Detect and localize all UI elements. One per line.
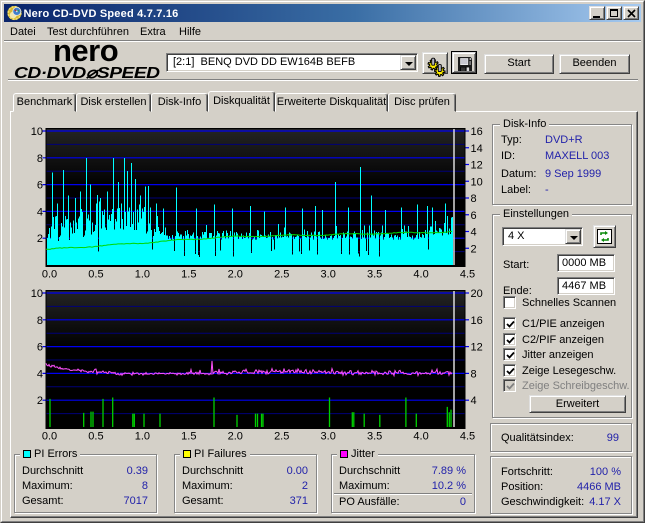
- svg-text:4: 4: [37, 368, 43, 380]
- svg-text:6: 6: [471, 210, 477, 222]
- svg-text:4: 4: [471, 227, 477, 239]
- svg-text:1.5: 1.5: [181, 269, 196, 281]
- svg-text:4.0: 4.0: [413, 269, 428, 281]
- svg-text:0.0: 0.0: [42, 269, 57, 281]
- svg-text:1.0: 1.0: [135, 431, 150, 443]
- svg-text:3.0: 3.0: [321, 269, 336, 281]
- svg-text:4.0: 4.0: [413, 431, 428, 443]
- svg-text:12: 12: [471, 160, 483, 172]
- svg-text:0.5: 0.5: [88, 431, 103, 443]
- svg-text:3.5: 3.5: [367, 431, 382, 443]
- svg-text:1.5: 1.5: [181, 431, 196, 443]
- svg-text:8: 8: [37, 153, 43, 165]
- svg-text:3.0: 3.0: [321, 431, 336, 443]
- svg-text:10: 10: [31, 126, 43, 138]
- svg-text:16: 16: [471, 126, 483, 138]
- svg-text:8: 8: [471, 368, 477, 380]
- svg-text:2: 2: [471, 243, 477, 255]
- svg-text:0.0: 0.0: [42, 431, 57, 443]
- svg-text:2.0: 2.0: [228, 269, 243, 281]
- svg-text:4: 4: [471, 395, 477, 407]
- svg-text:0.5: 0.5: [88, 269, 103, 281]
- svg-text:20: 20: [471, 288, 483, 300]
- svg-text:2.5: 2.5: [274, 269, 289, 281]
- svg-text:16: 16: [471, 315, 483, 327]
- svg-text:4: 4: [37, 206, 43, 218]
- svg-text:14: 14: [471, 143, 483, 155]
- svg-text:3.5: 3.5: [367, 269, 382, 281]
- svg-text:10: 10: [31, 288, 43, 300]
- svg-text:8: 8: [471, 193, 477, 205]
- svg-text:4.5: 4.5: [460, 269, 475, 281]
- svg-text:8: 8: [37, 315, 43, 327]
- svg-text:1.0: 1.0: [135, 269, 150, 281]
- svg-text:12: 12: [471, 342, 483, 354]
- svg-text:2: 2: [37, 233, 43, 245]
- svg-text:6: 6: [37, 342, 43, 354]
- svg-text:2.0: 2.0: [228, 431, 243, 443]
- svg-text:2.5: 2.5: [274, 431, 289, 443]
- svg-text:10: 10: [471, 176, 483, 188]
- svg-text:4.5: 4.5: [460, 431, 475, 443]
- svg-text:2: 2: [37, 395, 43, 407]
- svg-text:6: 6: [37, 180, 43, 192]
